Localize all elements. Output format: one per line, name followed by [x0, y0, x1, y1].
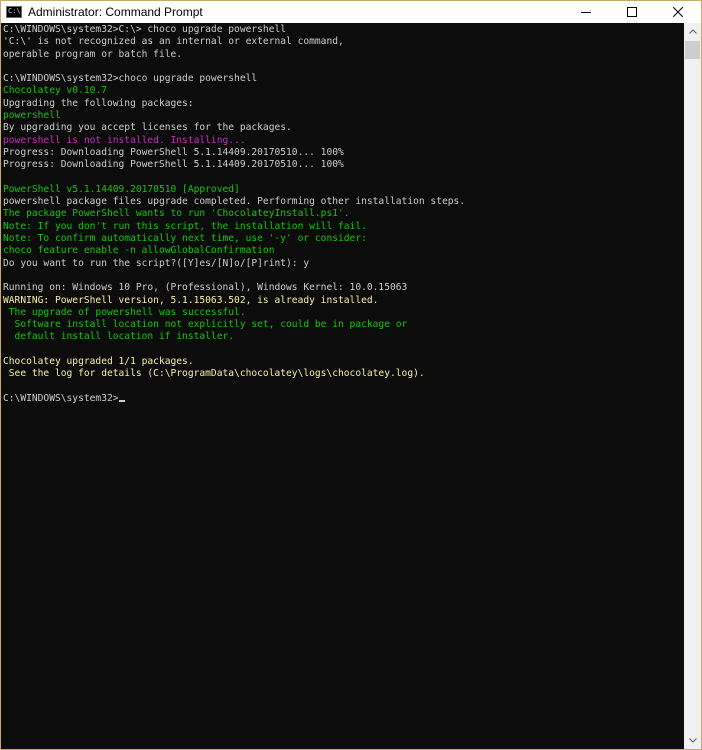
console-line: Chocolatey v0.10.7: [3, 85, 107, 97]
console-line: Chocolatey upgraded 1/1 packages.: [3, 356, 194, 368]
maximize-button[interactable]: [609, 1, 655, 23]
console-line: Progress: Downloading PowerShell 5.1.144…: [3, 146, 344, 158]
console-line: operable program or batch file.: [3, 48, 183, 60]
console-line: choco feature enable -n allowGlobalConfi…: [3, 245, 275, 257]
console-line: powershell: [3, 110, 61, 122]
console-line: Upgrading the following packages:: [3, 97, 194, 109]
maximize-icon: [627, 7, 637, 17]
console-line: default install location if installer.: [3, 331, 235, 343]
console-line: The package PowerShell wants to run 'Cho…: [3, 208, 350, 220]
console-line: Progress: Downloading PowerShell 5.1.144…: [3, 159, 344, 171]
console-line: Note: If you don't run this script, the …: [3, 220, 367, 232]
scroll-down-button[interactable]: [684, 732, 701, 749]
console-app-icon[interactable]: C:\: [6, 6, 22, 18]
console-output[interactable]: C:\WINDOWS\system32>C:\> choco upgrade p…: [1, 23, 684, 749]
window-title: Administrator: Command Prompt: [28, 5, 203, 19]
console-line: C:\WINDOWS\system32>C:\> choco upgrade p…: [3, 24, 287, 35]
console-line: Software install location not explicitly…: [3, 319, 408, 331]
prompt-line[interactable]: C:\WINDOWS\system32>: [3, 393, 465, 405]
minimize-button[interactable]: [563, 1, 609, 23]
prompt-text: C:\WINDOWS\system32>: [3, 392, 119, 404]
scroll-up-button[interactable]: [684, 23, 701, 40]
chevron-up-icon: [688, 29, 697, 34]
console-line: PowerShell v5.1.14409.20170510 [Approved…: [3, 183, 240, 195]
minimize-icon: [581, 12, 591, 13]
console-line: powershell is not installed. Installing.…: [3, 134, 246, 146]
console-line: WARNING: PowerShell version, 5.1.15063.5…: [3, 294, 379, 306]
console-line: Note: To confirm automatically next time…: [3, 233, 367, 245]
console-line: Do you want to run the script?([Y]es/[N]…: [3, 257, 310, 269]
vertical-scrollbar[interactable]: [684, 23, 701, 749]
console-line: 'C:\' is not recognized as an internal o…: [3, 36, 344, 48]
chevron-down-icon: [688, 738, 697, 743]
close-icon: [673, 7, 683, 17]
console-line: powershell package files upgrade complet…: [3, 196, 466, 208]
console-line: By upgrading you accept licenses for the…: [3, 122, 292, 134]
scrollbar-thumb[interactable]: [685, 41, 700, 59]
console-line: The upgrade of powershell was successful…: [3, 306, 246, 318]
console-text: C:\WINDOWS\system32>C:\> choco upgrade p…: [1, 24, 465, 405]
command-prompt-window: C:\ Administrator: Command Prompt C:\WIN…: [0, 0, 702, 750]
console-line: See the log for details (C:\ProgramData\…: [3, 368, 425, 380]
console-line: C:\WINDOWS\system32>choco upgrade powers…: [3, 73, 258, 85]
close-button[interactable]: [655, 1, 701, 23]
console-line: Running on: Windows 10 Pro, (Professiona…: [3, 282, 408, 294]
title-bar[interactable]: C:\ Administrator: Command Prompt: [1, 1, 701, 23]
text-cursor: [118, 399, 125, 402]
